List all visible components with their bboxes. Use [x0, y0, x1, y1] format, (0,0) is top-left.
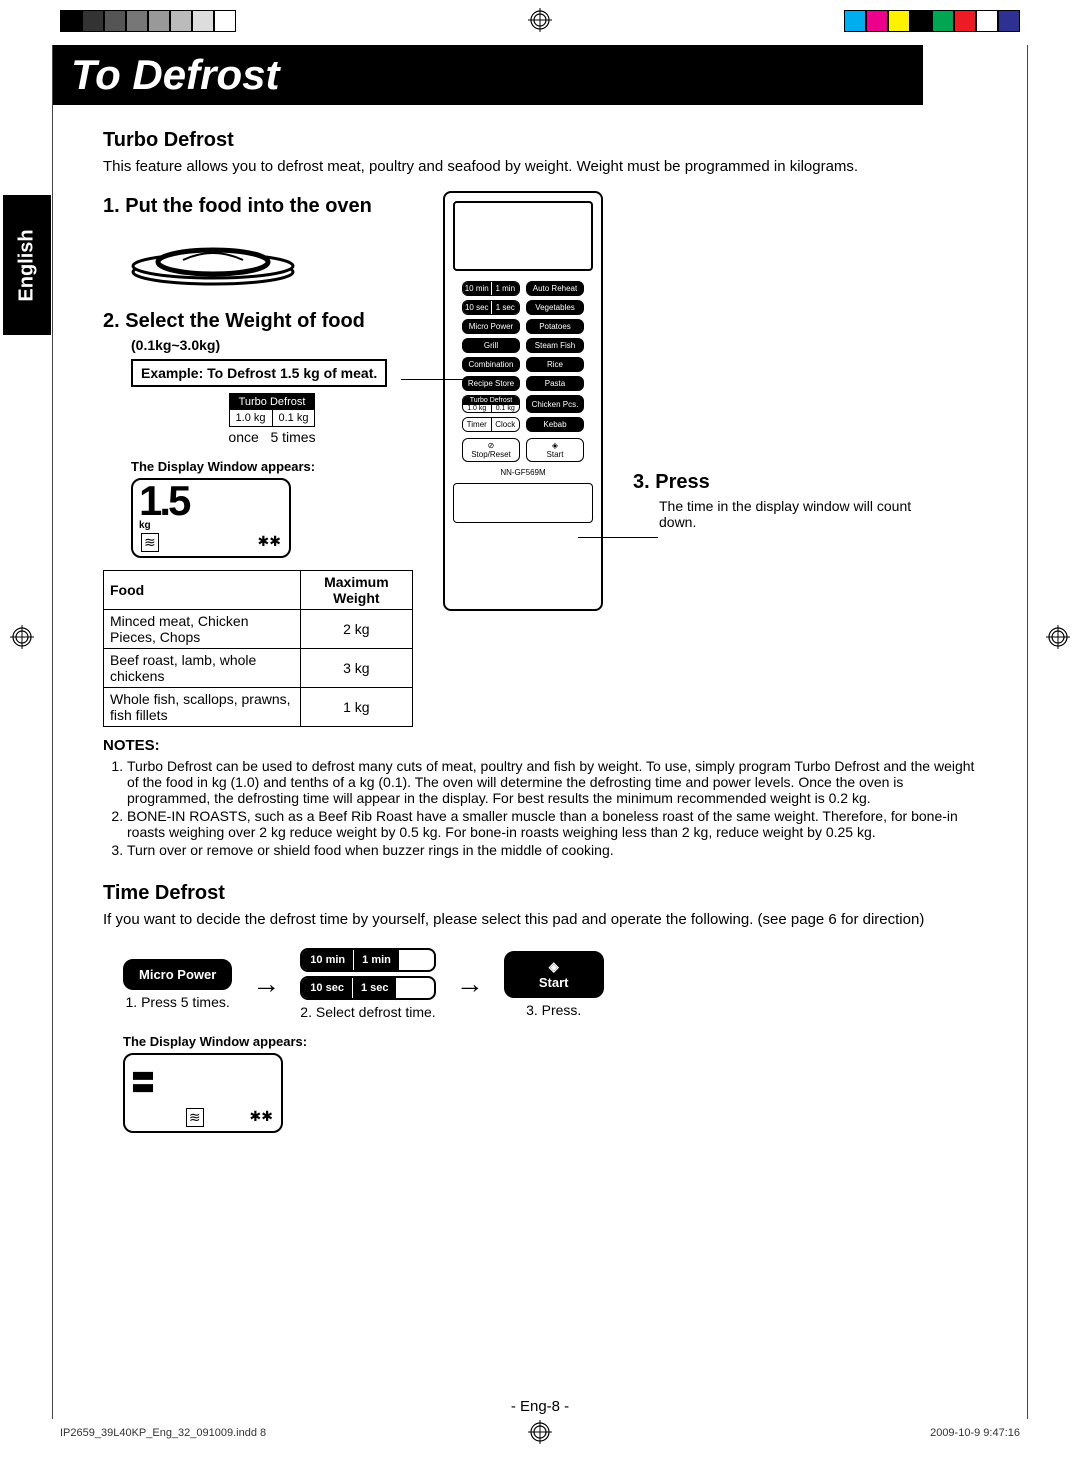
notes-heading: NOTES: [103, 737, 977, 754]
turbo-defrost-heading: Turbo Defrost [103, 129, 977, 152]
registration-mark-icon [10, 625, 34, 654]
display-window-illustration: 〓 x ≋ ✱✱ [123, 1053, 283, 1133]
potatoes-button: Potatoes [526, 319, 584, 334]
page-content: To Defrost English Turbo Defrost This fe… [52, 45, 1028, 1419]
time-defrost-heading: Time Defrost [103, 882, 977, 905]
table-row: Minced meat, Chicken Pieces, Chops2 kg [104, 610, 413, 649]
rice-button: Rice [526, 357, 584, 372]
time-button: 10 min1 min [462, 281, 520, 296]
leader-line [578, 537, 658, 538]
registration-mark-icon [528, 8, 552, 37]
step1-heading: 1. Put the food into the oven [103, 195, 413, 218]
door-release [453, 483, 593, 523]
footer: IP2659_39L40KP_Eng_32_091009.indd 8 2009… [60, 1427, 1020, 1439]
start-icon: ◈ [552, 441, 558, 450]
panel-screen [453, 201, 593, 271]
registration-mark-icon [1046, 625, 1070, 654]
display-note: The Display Window appears: [123, 1034, 977, 1049]
step3-heading: 3. Press [633, 471, 977, 494]
display-window-illustration: 1.5 kg ≋ ✱✱ [131, 478, 291, 558]
table-row: Whole fish, scallops, prawns, fish fille… [104, 688, 413, 727]
food-dish-icon [123, 232, 303, 287]
language-label: English [16, 229, 39, 301]
time-pads: 10 min1 min 10 sec1 sec [300, 948, 435, 1000]
step-caption: 3. Press. [504, 1002, 604, 1018]
time-defrost-desc: If you want to decide the defrost time b… [103, 911, 977, 928]
micro-power-pad: Micro Power [123, 959, 232, 990]
time-button: 10 sec1 sec [462, 300, 520, 315]
turbo-defrost-desc: This feature allows you to defrost meat,… [103, 158, 977, 175]
model-number: NN-GF569M [453, 468, 593, 477]
start-icon: ◈ [549, 959, 559, 974]
snowflake-icon: ✱✱ [258, 533, 281, 552]
turbo-defrost-button-illustration: Turbo Defrost 1.0 kg0.1 kg [229, 393, 316, 427]
pasta-button: Pasta [526, 376, 584, 391]
vegetables-button: Vegetables [526, 300, 584, 315]
timestamp: 2009-10-9 9:47:16 [930, 1427, 1020, 1439]
wave-icon: ≋ [186, 1108, 204, 1127]
step-caption: 1. Press 5 times. [123, 994, 232, 1010]
table-row: Beef roast, lamb, whole chickens3 kg [104, 649, 413, 688]
start-button: ◈Start [526, 438, 584, 462]
snowflake-icon: ✱✱ [250, 1108, 273, 1127]
page-title: To Defrost [53, 45, 923, 105]
stop-reset-button: ⊘Stop/Reset [462, 438, 520, 462]
file-name: IP2659_39L40KP_Eng_32_091009.indd 8 [60, 1427, 266, 1439]
note-item: Turbo Defrost can be used to defrost man… [127, 758, 977, 806]
time-defrost-flow: Micro Power 1. Press 5 times. → 10 min1 … [123, 948, 977, 1020]
control-panel-illustration: 10 min1 min Auto Reheat 10 sec1 sec Vegeta… [443, 191, 603, 611]
arrow-icon: → [252, 968, 280, 1000]
wave-icon: ≋ [141, 533, 159, 552]
arrow-icon: → [456, 968, 484, 1000]
recipe-store-button: Recipe Store [462, 376, 520, 391]
notes-section: NOTES: Turbo Defrost can be used to defr… [103, 737, 977, 858]
combination-button: Combination [462, 357, 520, 372]
press-count: once 5 times [131, 429, 413, 445]
chicken-button: Chicken Pcs. [526, 395, 584, 413]
note-item: Turn over or remove or shield food when … [127, 842, 977, 858]
display-note: The Display Window appears: [131, 459, 413, 474]
step3-desc: The time in the display window will coun… [659, 498, 929, 530]
leader-line [401, 379, 468, 380]
note-item: BONE-IN ROASTS, such as a Beef Rib Roast… [127, 808, 977, 840]
start-pad: ◈Start [504, 951, 604, 998]
stop-icon: ⊘ [488, 441, 495, 450]
step2-heading: 2. Select the Weight of food [103, 310, 413, 333]
turbo-defrost-button: Turbo Defrost 1.0 kg0.1 kg [462, 395, 520, 413]
weight-range: (0.1kg~3.0kg) [131, 337, 413, 353]
page-number: - Eng-8 - [511, 1398, 569, 1415]
micro-power-button: Micro Power [462, 319, 520, 334]
timer-clock-button: TimerClock [462, 417, 520, 432]
example-box: Example: To Defrost 1.5 kg of meat. [131, 359, 387, 387]
kebab-button: Kebab [526, 417, 584, 432]
auto-reheat-button: Auto Reheat [526, 281, 584, 296]
grill-button: Grill [462, 338, 520, 353]
language-tab: English [3, 195, 51, 335]
max-weight-table: FoodMaximum Weight Minced meat, Chicken … [103, 570, 413, 727]
steam-fish-button: Steam Fish [526, 338, 584, 353]
step-caption: 2. Select defrost time. [300, 1004, 435, 1020]
